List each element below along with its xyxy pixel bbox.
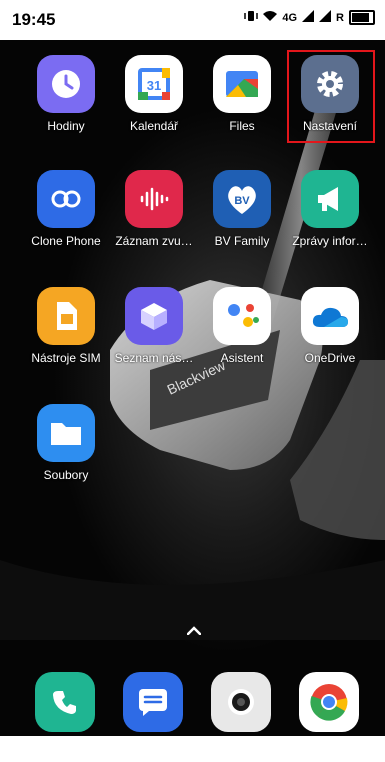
dock-camera[interactable] bbox=[197, 672, 285, 732]
app-label: Soubory bbox=[43, 468, 89, 482]
app-label: Asistent bbox=[220, 351, 264, 365]
status-bar: 19:45 4G R bbox=[0, 0, 385, 40]
app-files[interactable]: Files bbox=[198, 55, 286, 133]
clone-phone-icon bbox=[37, 170, 95, 228]
clock-icon bbox=[37, 55, 95, 113]
app-bv-family[interactable]: BV BV Family bbox=[198, 170, 286, 248]
cube-icon bbox=[125, 287, 183, 345]
app-label: Clone Phone bbox=[31, 234, 101, 248]
roaming-indicator: R bbox=[336, 11, 344, 24]
app-drawer-chevron-icon[interactable] bbox=[186, 622, 202, 640]
navigation-bar bbox=[0, 736, 385, 762]
app-clone-phone[interactable]: Clone Phone bbox=[22, 170, 110, 248]
app-label: Hodiny bbox=[47, 119, 85, 133]
megaphone-icon bbox=[301, 170, 359, 228]
camera-icon bbox=[211, 672, 271, 732]
bv-family-icon: BV bbox=[213, 170, 271, 228]
vibrate-icon bbox=[244, 10, 259, 25]
svg-text:31: 31 bbox=[147, 78, 161, 93]
folder-icon bbox=[37, 404, 95, 462]
sim-card-icon bbox=[37, 287, 95, 345]
app-label: Zprávy infor… bbox=[292, 234, 368, 248]
app-label: Files bbox=[229, 119, 255, 133]
app-kalendar[interactable]: 31 Kalendář bbox=[110, 55, 198, 133]
selection-highlight bbox=[287, 50, 375, 143]
files-icon bbox=[213, 55, 271, 113]
chrome-icon bbox=[299, 672, 359, 732]
app-soubory[interactable]: Soubory bbox=[22, 404, 110, 482]
messages-icon bbox=[123, 672, 183, 732]
home-screen: Blackview 19:45 4G R Hodiny 31 Kalendář … bbox=[0, 0, 385, 762]
google-assistant-icon bbox=[213, 287, 271, 345]
app-onedrive[interactable]: OneDrive bbox=[286, 287, 374, 365]
app-seznam-nastroju[interactable]: Seznam nás… bbox=[110, 287, 198, 365]
onedrive-icon bbox=[301, 287, 359, 345]
sound-recorder-icon bbox=[125, 170, 183, 228]
app-label: OneDrive bbox=[304, 351, 356, 365]
calendar-icon: 31 bbox=[125, 55, 183, 113]
app-asistent[interactable]: Asistent bbox=[198, 287, 286, 365]
app-label: BV Family bbox=[214, 234, 270, 248]
app-zpravy-informace[interactable]: Zprávy infor… bbox=[286, 170, 374, 248]
app-label: Nástroje SIM bbox=[31, 351, 101, 365]
app-label: Seznam nás… bbox=[114, 351, 194, 365]
battery-icon bbox=[349, 10, 375, 25]
dock-messages[interactable] bbox=[109, 672, 197, 732]
signal-icon bbox=[302, 10, 315, 25]
status-time: 19:45 bbox=[12, 10, 56, 29]
app-label: Kalendář bbox=[129, 119, 179, 133]
app-label: Záznam zvu… bbox=[115, 234, 193, 248]
dock-chrome[interactable] bbox=[285, 672, 373, 732]
network-type: 4G bbox=[282, 11, 298, 24]
signal-icon-2 bbox=[319, 10, 332, 25]
svg-text:BV: BV bbox=[234, 195, 250, 207]
app-nastroje-sim[interactable]: Nástroje SIM bbox=[22, 287, 110, 365]
app-hodiny[interactable]: Hodiny bbox=[22, 55, 110, 133]
dock-phone[interactable] bbox=[21, 672, 109, 732]
wifi-icon bbox=[263, 10, 278, 25]
app-zaznam-zvuku[interactable]: Záznam zvu… bbox=[110, 170, 198, 248]
phone-icon bbox=[35, 672, 95, 732]
